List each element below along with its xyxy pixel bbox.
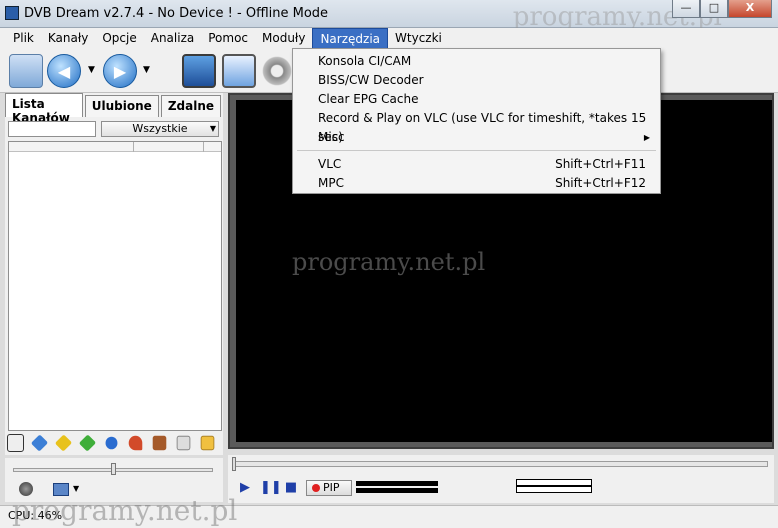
menu-item-misc[interactable]: Misc ▶	[295, 128, 658, 147]
folder-icon[interactable]	[9, 54, 43, 88]
player-controls: ▶ ❚❚ ■ PIP	[228, 455, 774, 503]
record-dot-icon	[312, 484, 320, 492]
close-button[interactable]: X	[728, 0, 772, 18]
filter-select[interactable]: Wszystkie ▼	[101, 121, 219, 137]
seek-bar[interactable]	[232, 461, 768, 467]
menu-pomoc[interactable]: Pomoc	[201, 28, 255, 49]
chevron-down-icon[interactable]: ▼	[143, 65, 150, 75]
filter-select-value: Wszystkie	[132, 122, 188, 135]
menu-item-mpc[interactable]: MPC Shift+Ctrl+F12	[295, 174, 658, 193]
channel-toolbar	[7, 432, 223, 454]
menu-kanaly[interactable]: Kanały	[41, 28, 95, 49]
search-input[interactable]	[8, 121, 96, 137]
pip-label: PIP	[323, 481, 340, 494]
menu-narzedzia[interactable]: Narzędzia	[312, 28, 389, 49]
quality-level-bar	[516, 479, 592, 493]
shortcut-label: Shift+Ctrl+F12	[555, 176, 646, 190]
menu-separator	[297, 150, 656, 151]
window-title: DVB Dream v2.7.4 - No Device ! - Offline…	[24, 6, 329, 21]
volume-slider-thumb[interactable]	[111, 463, 116, 475]
yellow-diamond-icon[interactable]	[54, 434, 73, 452]
minus-icon[interactable]	[7, 434, 25, 452]
column-divider[interactable]	[203, 142, 204, 152]
signal-level-bar	[356, 481, 438, 493]
tools-dropdown-menu: Konsola CI/CAM BISS/CW Decoder Clear EPG…	[292, 48, 661, 194]
screen-icon[interactable]	[182, 54, 216, 88]
channel-list[interactable]	[8, 141, 222, 431]
document-icon[interactable]	[176, 435, 191, 451]
chevron-down-icon: ▼	[209, 124, 216, 133]
menu-item-biss-cw-decoder[interactable]: BISS/CW Decoder	[295, 71, 658, 90]
info-icon[interactable]	[105, 436, 118, 450]
menu-bar: Plik Kanały Opcje Analiza Pomoc Moduły N…	[0, 28, 778, 49]
menu-analiza[interactable]: Analiza	[144, 28, 202, 49]
minimize-button[interactable]: —	[672, 0, 700, 18]
watermark-bottom: programy.net.pl	[12, 494, 238, 527]
forward-arrow-icon[interactable]: ▶	[103, 54, 137, 88]
menu-plik[interactable]: Plik	[6, 28, 41, 49]
heart-icon[interactable]	[128, 435, 143, 451]
tools-icon[interactable]	[152, 435, 167, 451]
video-watermark: programy.net.pl	[292, 248, 486, 276]
window-controls: — □ X	[672, 0, 772, 20]
play-button[interactable]: ▶	[238, 481, 252, 495]
pause-button[interactable]: ❚❚	[260, 481, 282, 495]
menu-item-konsola-ci-cam[interactable]: Konsola CI/CAM	[295, 52, 658, 71]
tab-ulubione[interactable]: Ulubione	[84, 95, 159, 117]
tab-lista-kanalow[interactable]: Lista Kanałów	[5, 93, 83, 125]
window-icon[interactable]	[222, 54, 256, 88]
menu-wtyczki[interactable]: Wtyczki	[388, 28, 449, 49]
chevron-down-icon[interactable]: ▼	[88, 65, 95, 75]
menu-opcje[interactable]: Opcje	[95, 28, 143, 49]
channel-tabs: Lista Kanałów Ulubione Zdalne	[5, 93, 223, 125]
menu-moduly[interactable]: Moduły	[255, 28, 312, 49]
chevron-down-icon[interactable]: ▼	[73, 484, 79, 493]
blue-diamond-icon[interactable]	[30, 434, 49, 452]
maximize-button[interactable]: □	[700, 0, 728, 18]
channel-panel: Lista Kanałów Ulubione Zdalne Wszystkie …	[5, 93, 223, 455]
shortcut-label: Shift+Ctrl+F11	[555, 157, 646, 171]
menu-item-clear-epg-cache[interactable]: Clear EPG Cache	[295, 90, 658, 109]
seek-thumb[interactable]	[232, 457, 236, 471]
pip-button[interactable]: PIP	[306, 480, 352, 496]
gear-icon[interactable]	[262, 54, 292, 88]
filter-row: Wszystkie ▼	[5, 119, 223, 139]
tab-zdalne[interactable]: Zdalne	[160, 95, 221, 117]
menu-item-vlc[interactable]: VLC Shift+Ctrl+F11	[295, 155, 658, 174]
column-divider[interactable]	[133, 142, 134, 152]
app-icon	[5, 6, 19, 20]
list-header	[9, 142, 221, 152]
menu-item-record-play-vlc[interactable]: Record & Play on VLC (use VLC for timesh…	[295, 109, 658, 144]
title-bar: DVB Dream v2.7.4 - No Device ! - Offline…	[0, 0, 778, 32]
key-icon[interactable]	[200, 435, 215, 451]
green-diamond-icon[interactable]	[78, 434, 97, 452]
back-arrow-icon[interactable]: ◀	[47, 54, 81, 88]
submenu-arrow-icon: ▶	[643, 133, 650, 142]
stop-button[interactable]: ■	[284, 481, 298, 495]
